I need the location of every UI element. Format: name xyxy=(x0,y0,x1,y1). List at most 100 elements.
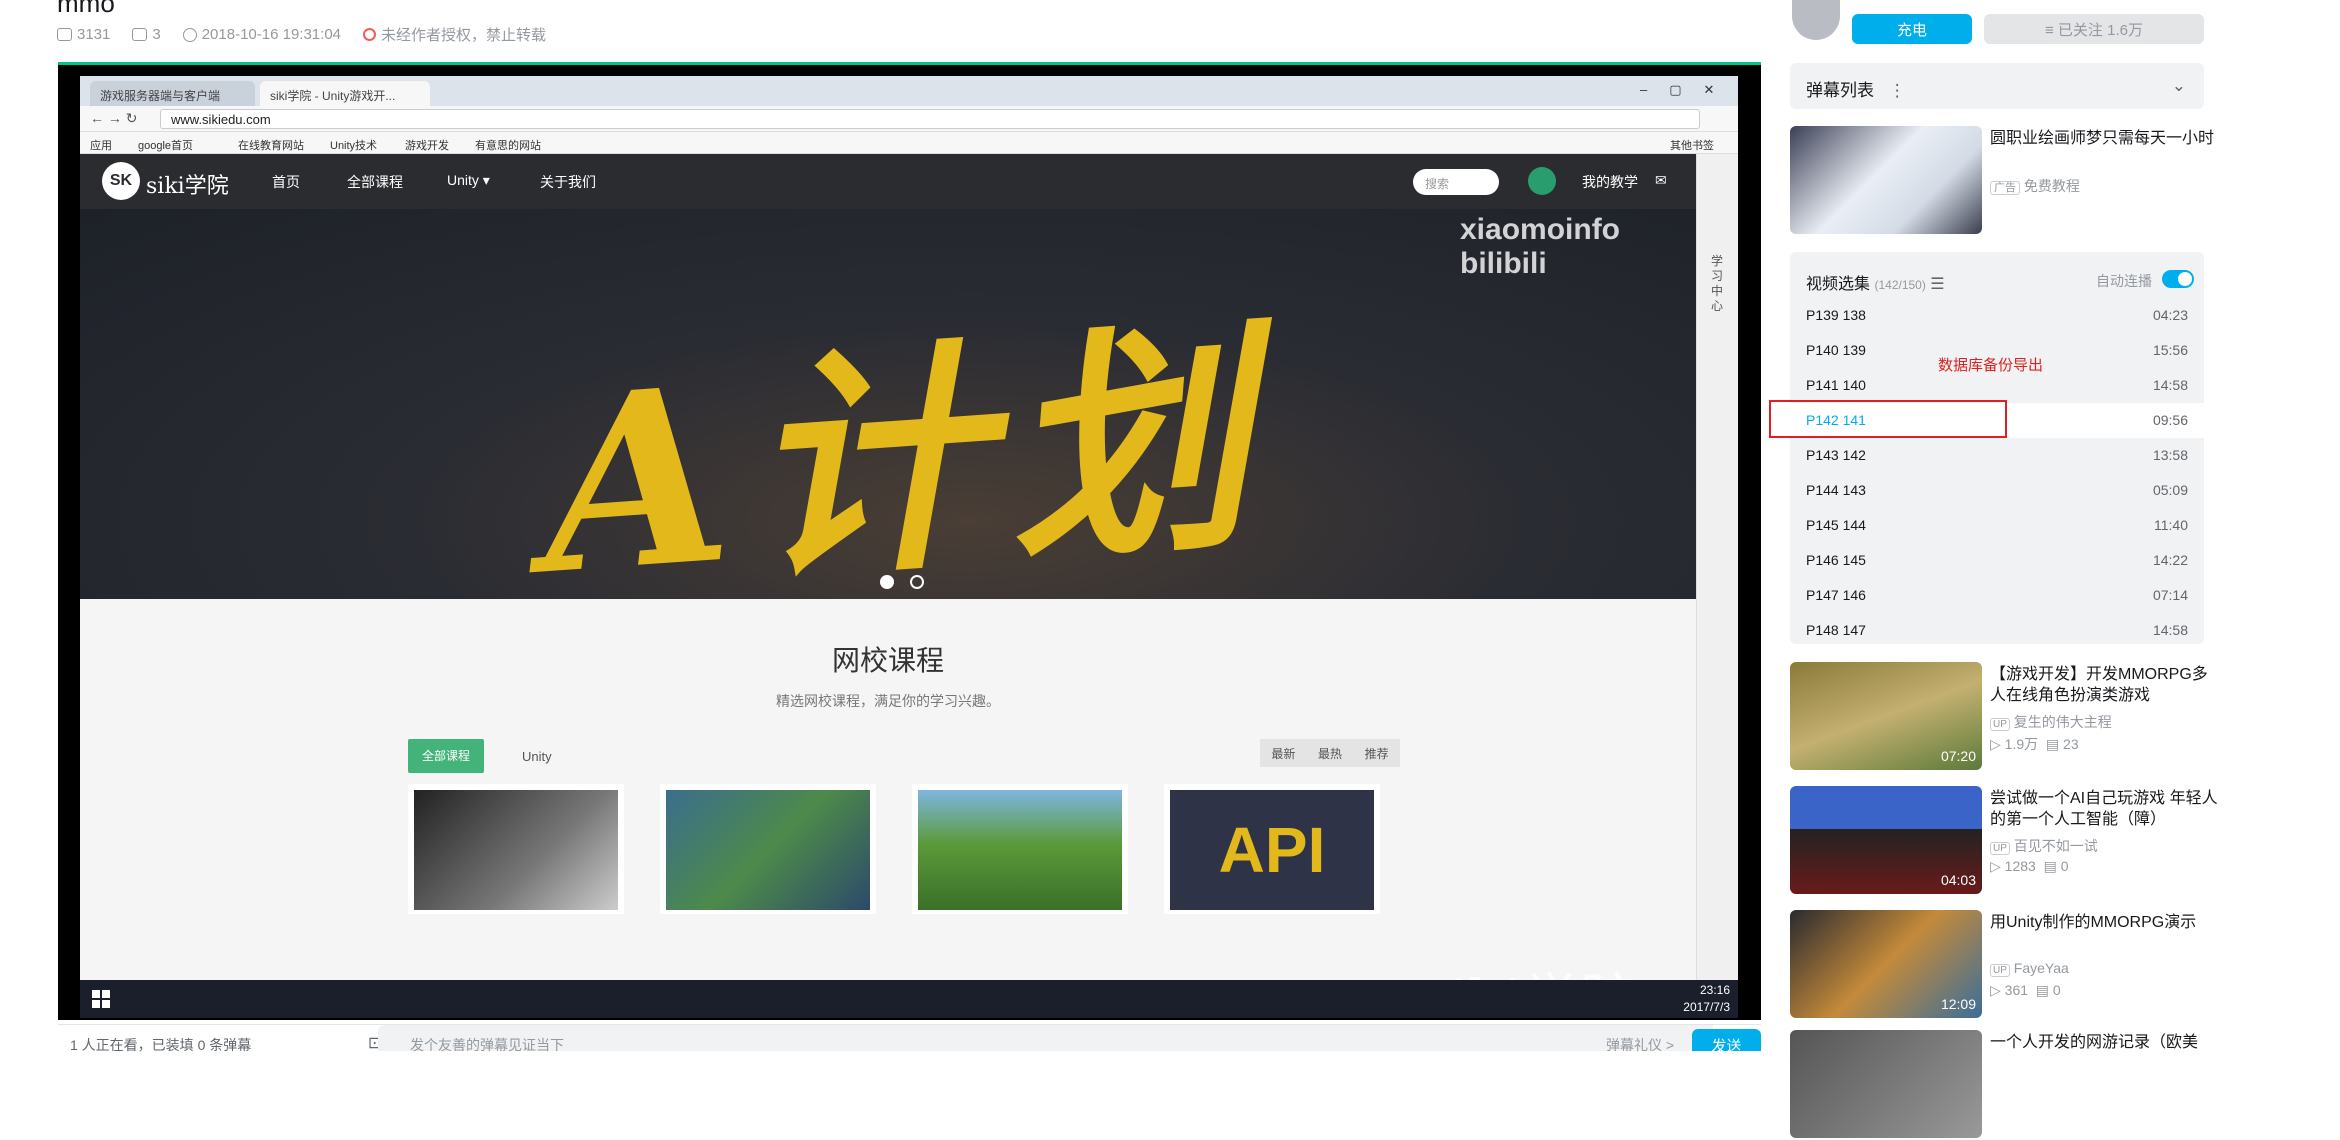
my-teaching-link[interactable]: 我的教学 xyxy=(1582,172,1638,192)
publish-date: 2018-10-16 19:31:04 xyxy=(201,26,342,43)
start-icon[interactable] xyxy=(92,990,110,1008)
video-thumbnail[interactable]: 04:03 xyxy=(1790,786,1982,894)
danmaku-list-title: 弹幕列表 xyxy=(1806,81,1874,100)
rec-uploader[interactable]: UP 复生的伟大主程 xyxy=(1990,712,2112,732)
hero-text: A计划 xyxy=(532,295,1277,599)
rec-title[interactable]: 【游戏开发】开发MMORPG多人在线角色扮演类游戏 xyxy=(1990,664,2220,706)
ad-sub: 免费教程 xyxy=(2023,178,2080,194)
api-card-image: API xyxy=(1170,790,1374,910)
send-button[interactable]: 发送 xyxy=(1692,1029,1761,1055)
danmaku-bar: 1 人正在看，已装填 0 条弹幕 ⊡ ⊘ 发个友善的弹幕见证当下 弹幕礼仪 > … xyxy=(58,1024,1761,1055)
ad-card[interactable]: 圆职业绘画师梦只需每天一小时 广告 免费教程 xyxy=(1790,126,2220,236)
bookmark[interactable]: 有意思的网站 xyxy=(475,137,541,153)
episode-duration: 13:58 xyxy=(2152,447,2188,463)
study-center-label[interactable]: 学习中心 xyxy=(1711,254,1725,314)
sort-newest[interactable]: 最新 xyxy=(1271,745,1295,762)
red-annotation-text: 数据库备份导出 xyxy=(1938,357,2044,374)
window-controls[interactable]: –▢✕ xyxy=(1640,82,1736,98)
bookmark[interactable]: Unity技术 xyxy=(330,137,377,153)
autoplay-toggle[interactable] xyxy=(2162,270,2194,288)
uploader-avatar[interactable] xyxy=(1792,0,1840,40)
sort-recommended[interactable]: 推荐 xyxy=(1365,745,1389,762)
recommended-video[interactable]: 12:09 用Unity制作的MMORPG演示 UP FayeYaa ▷ 361 ▤ … xyxy=(1790,910,2220,1020)
windows-taskbar: 23:16 2017/7/3 xyxy=(80,980,1738,1018)
carousel-dot[interactable] xyxy=(910,575,924,589)
nav-unity[interactable]: Unity ▾ xyxy=(447,172,490,189)
rec-title[interactable]: 用Unity制作的MMORPG演示 xyxy=(1990,912,2220,933)
course-card[interactable] xyxy=(408,784,624,914)
video-duration: 04:03 xyxy=(1940,872,1976,888)
nav-courses[interactable]: 全部课程 xyxy=(347,172,403,192)
filter-unity[interactable]: Unity xyxy=(522,749,552,764)
clock-icon xyxy=(182,27,197,42)
course-card[interactable] xyxy=(660,784,876,914)
rec-uploader[interactable]: UP FayeYaa xyxy=(1990,960,2069,977)
website: SK siki学院 首页 全部课程 Unity ▾ 关于我们 搜索 我的教学 ✉… xyxy=(80,154,1696,1018)
course-card[interactable] xyxy=(912,784,1128,914)
bookmarks-bar: 应用 google首页 在线教育网站 Unity技术 游戏开发 有意思的网站 其… xyxy=(80,132,1738,154)
bookmark[interactable]: 游戏开发 xyxy=(405,137,449,153)
bookmark[interactable]: 应用 xyxy=(90,137,112,153)
recommended-video[interactable]: 07:20 【游戏开发】开发MMORPG多人在线角色扮演类游戏 UP 复生的伟大主程… xyxy=(1790,662,2220,772)
course-card[interactable]: API xyxy=(1164,784,1380,914)
video-thumbnail[interactable] xyxy=(1790,1030,1982,1138)
video-thumbnail[interactable]: 12:09 xyxy=(1790,910,1982,1018)
nav-home[interactable]: 首页 xyxy=(272,172,300,192)
ad-title[interactable]: 圆职业绘画师梦只需每天一小时 xyxy=(1990,128,2220,149)
filter-all-button[interactable]: 全部课程 xyxy=(408,739,484,773)
rec-views: 361 xyxy=(2004,982,2029,998)
browser-tab[interactable]: 游戏服务器端与客户端 xyxy=(90,81,255,106)
episode-duration: 14:58 xyxy=(2152,622,2188,638)
carousel-dot[interactable] xyxy=(880,575,894,589)
danmaku-icon xyxy=(132,28,148,41)
chevron-down-icon[interactable]: ⌄ xyxy=(2172,76,2186,96)
episode-label: P141 140 xyxy=(1806,377,1866,393)
episode-item[interactable]: P144 143 05:09 xyxy=(1790,473,2204,508)
site-nav: SK siki学院 首页 全部课程 Unity ▾ 关于我们 搜索 我的教学 ✉ xyxy=(80,154,1696,209)
danmaku-count: 3 xyxy=(152,26,161,43)
bookmark[interactable]: 其他书签 xyxy=(1670,137,1714,153)
follow-button[interactable]: ≡ 已关注 1.6万 xyxy=(1984,14,2204,44)
bookmark[interactable]: 在线教育网站 xyxy=(238,137,304,153)
recorded-screen[interactable]: 游戏服务器端与客户端 siki学院 - Unity游戏开... –▢✕ ← → … xyxy=(80,76,1738,1018)
rec-danmaku: 23 xyxy=(2063,736,2079,752)
browser-tab-active[interactable]: siki学院 - Unity游戏开... xyxy=(260,81,430,106)
more-icon[interactable]: ⋮ xyxy=(1889,81,1906,100)
back-icon[interactable]: ← → ↻ xyxy=(90,110,138,127)
recommended-video[interactable]: 04:03 尝试做一个AI自己玩游戏 年轻人的第一个人工智能（障） UP 百见不如一… xyxy=(1790,786,2220,896)
episode-duration: 09:56 xyxy=(2152,412,2188,428)
video-title: mmo xyxy=(57,0,115,18)
episode-label: P140 139 xyxy=(1806,342,1866,358)
site-side-toolbar: 学习中心 xyxy=(1696,154,1738,1018)
episode-item[interactable]: P146 145 14:22 xyxy=(1790,543,2204,578)
danmaku-etiquette-link[interactable]: 弹幕礼仪 > xyxy=(1606,1035,1674,1055)
episode-item[interactable]: P145 144 11:40 xyxy=(1790,508,2204,543)
url-field[interactable]: www.sikiedu.com xyxy=(160,109,1700,129)
rec-uploader[interactable]: UP 百见不如一试 xyxy=(1990,836,2098,856)
video-thumbnail[interactable]: 07:20 xyxy=(1790,662,1982,770)
user-avatar[interactable] xyxy=(1528,167,1556,195)
danmaku-input[interactable]: 发个友善的弹幕见证当下 xyxy=(410,1035,564,1055)
clock-time: 23:16 xyxy=(1699,983,1730,997)
nav-about[interactable]: 关于我们 xyxy=(540,172,596,192)
site-search[interactable]: 搜索 xyxy=(1413,169,1499,195)
mail-icon[interactable]: ✉ xyxy=(1655,172,1667,189)
danmaku-list-header[interactable]: 弹幕列表 ⋮ ⌄ xyxy=(1790,63,2204,109)
rec-danmaku: 0 xyxy=(2060,858,2069,874)
bookmark[interactable]: google首页 xyxy=(138,137,193,153)
episode-label: P143 142 xyxy=(1806,447,1866,463)
ad-thumbnail[interactable] xyxy=(1790,126,1982,234)
site-logo[interactable]: SK xyxy=(102,162,140,200)
episode-item[interactable]: P147 146 07:14 xyxy=(1790,578,2204,613)
episode-item[interactable]: P143 142 13:58 xyxy=(1790,438,2204,473)
recommended-video[interactable]: 一个人开发的网游记录（欧美 xyxy=(1790,1030,2220,1140)
charge-button[interactable]: 充电 xyxy=(1852,14,1972,44)
episode-item[interactable]: P148 147 14:58 xyxy=(1790,613,2204,644)
rec-views: 1.9万 xyxy=(2004,736,2039,752)
rec-title[interactable]: 尝试做一个AI自己玩游戏 年轻人的第一个人工智能（障） xyxy=(1990,788,2220,830)
uploader-watermark: xiaomoinfo bilibili xyxy=(1460,213,1621,280)
hero-banner[interactable]: A计划 xiaomoinfo bilibili xyxy=(80,209,1696,599)
episode-item[interactable]: P139 138 04:23 xyxy=(1790,298,2204,333)
list-icon[interactable]: ☰ xyxy=(1930,276,1944,293)
sort-hot[interactable]: 最热 xyxy=(1318,745,1342,762)
